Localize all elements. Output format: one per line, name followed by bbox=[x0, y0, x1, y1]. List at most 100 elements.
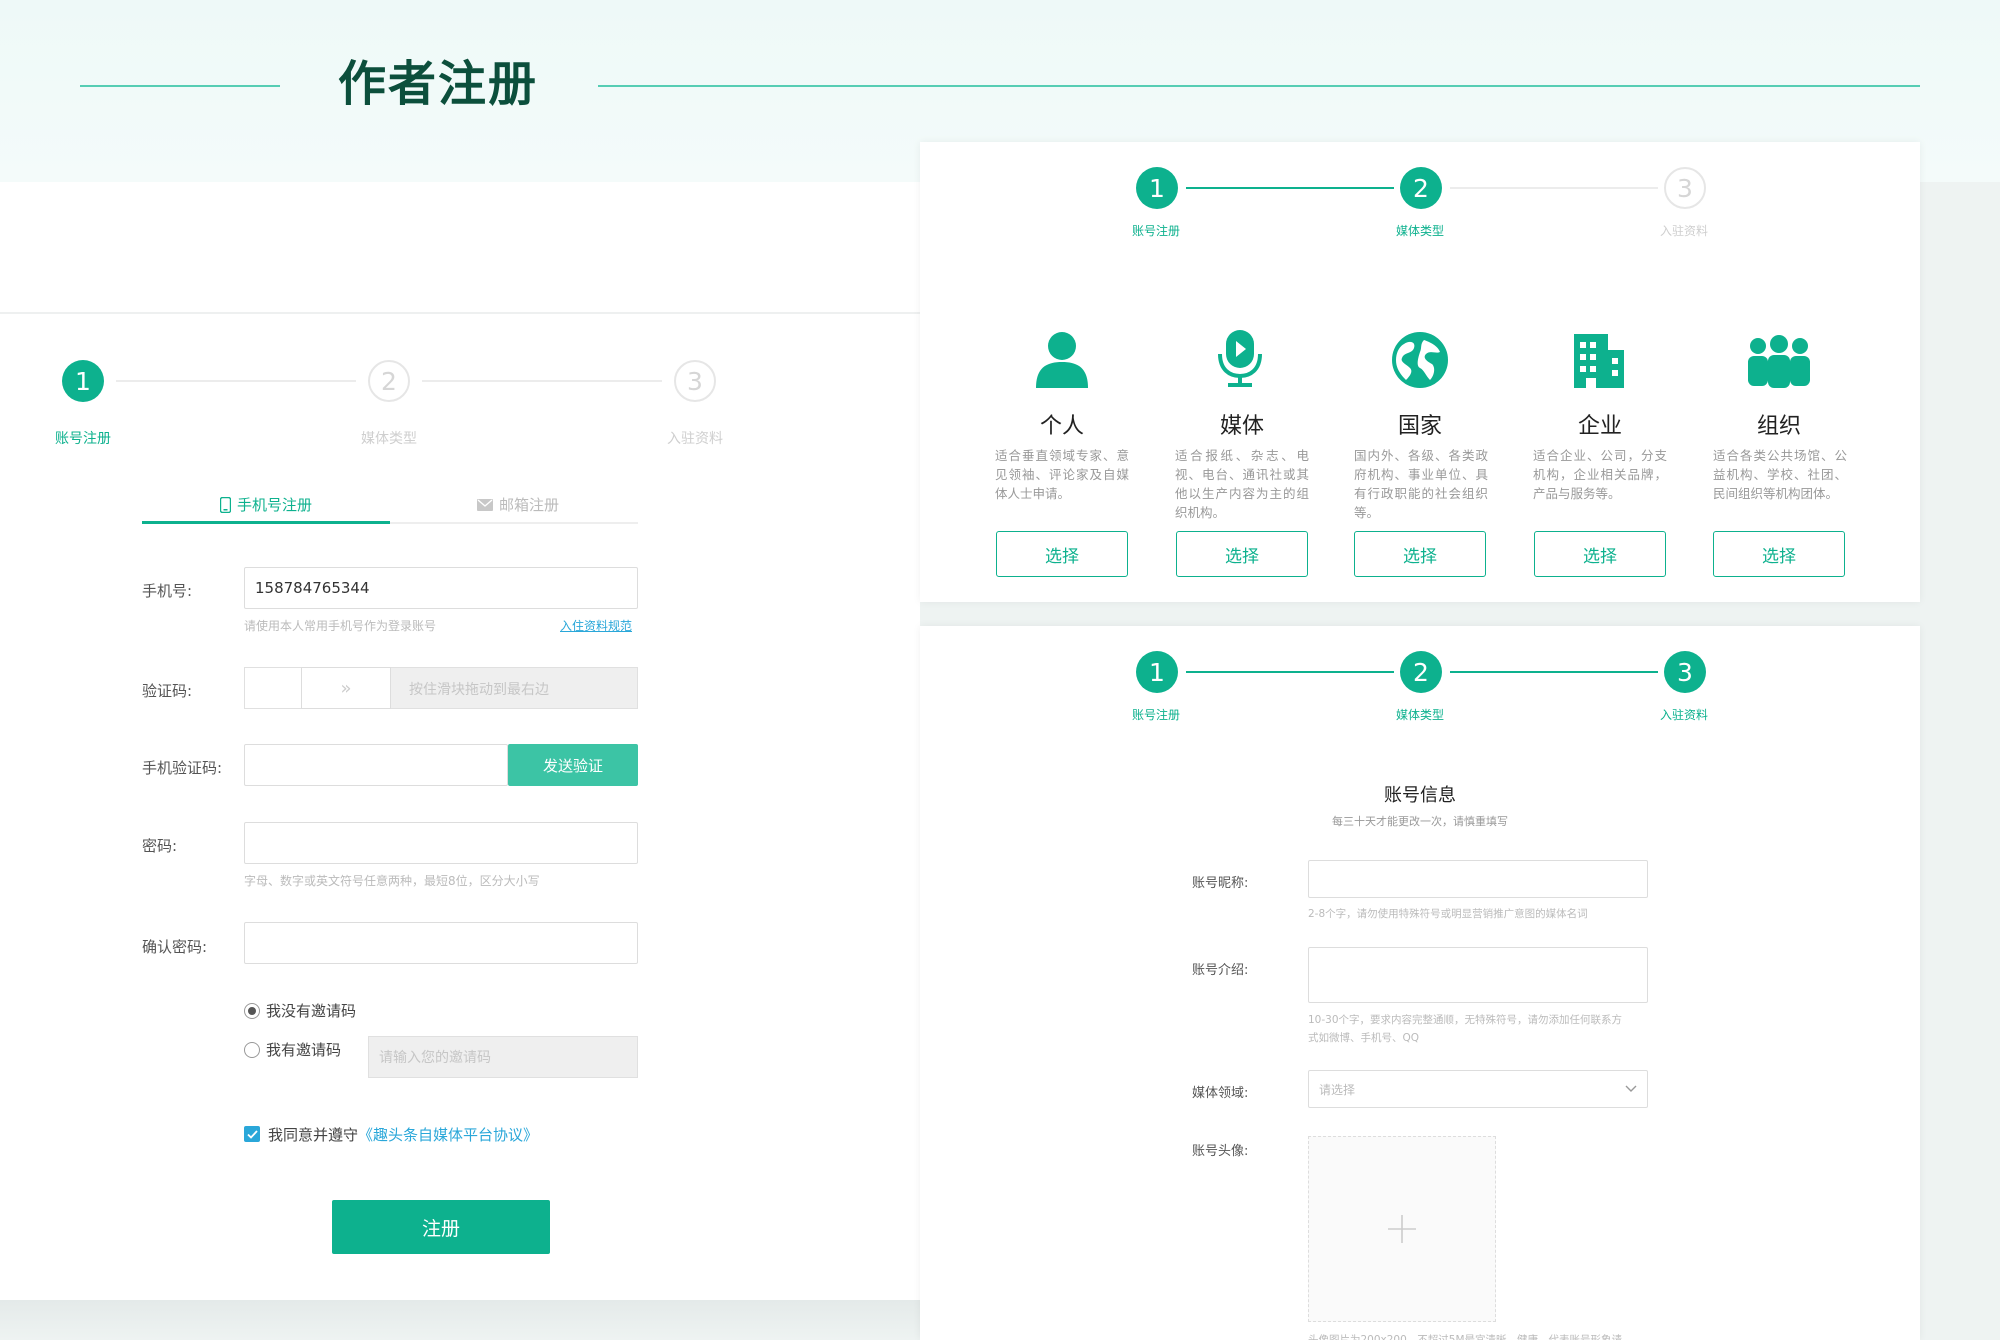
building-icon bbox=[1574, 334, 1624, 388]
phone-label: 手机号: bbox=[142, 582, 193, 600]
select-government-button[interactable]: 选择 bbox=[1354, 531, 1486, 577]
step-1-circle: 1 bbox=[1136, 651, 1178, 693]
step-3-label: 入驻资料 bbox=[1659, 224, 1709, 238]
no-invite-label: 我没有邀请码 bbox=[266, 1002, 357, 1020]
register-rules-link[interactable]: 入住资料规范 bbox=[560, 617, 632, 634]
left-bottom-shadow bbox=[0, 1300, 920, 1340]
microphone-play-icon bbox=[1218, 330, 1262, 387]
media-field-select[interactable]: 请选择 bbox=[1308, 1070, 1648, 1108]
category-name: 个人 bbox=[1039, 414, 1085, 439]
password-label: 密码: bbox=[142, 837, 178, 855]
register-button[interactable]: 注册 bbox=[332, 1200, 550, 1254]
step-connector bbox=[1450, 187, 1658, 189]
has-invite-radio[interactable]: 我有邀请码 bbox=[244, 1039, 341, 1060]
double-chevron-right-icon: » bbox=[340, 677, 352, 699]
category-name: 企业 bbox=[1577, 414, 1623, 439]
password-input[interactable] bbox=[244, 822, 638, 864]
step-2-label: 媒体类型 bbox=[361, 431, 417, 447]
no-invite-radio[interactable]: 我没有邀请码 bbox=[244, 1000, 356, 1021]
select-media-button[interactable]: 选择 bbox=[1176, 531, 1308, 577]
tab-active-indicator bbox=[142, 521, 390, 524]
step-connector bbox=[116, 380, 356, 382]
radio-dot bbox=[244, 1041, 260, 1058]
radio-dot bbox=[244, 1002, 260, 1019]
media-type-card: 1 2 3 账号注册 媒体类型 入驻资料 个人 适合垂直领域专家、意见领袖、评论… bbox=[920, 142, 1920, 602]
captcha-slider[interactable]: » 按住滑块拖动到最右边 bbox=[244, 667, 638, 709]
slider-track-filled bbox=[245, 668, 301, 708]
step-connector bbox=[1186, 187, 1394, 189]
account-info-title: 账号信息 bbox=[1384, 785, 1456, 806]
intro-hint-line1: 10-30个字，要求内容完整通顺，无特殊符号，请勿添加任何联系方 bbox=[1308, 1014, 1623, 1026]
phone-value: 158784765344 bbox=[255, 579, 370, 597]
has-invite-label: 我有邀请码 bbox=[266, 1041, 342, 1059]
field-label: 媒体领域: bbox=[1192, 1086, 1249, 1101]
intro-hint-line2: 式如微博、手机号、QQ bbox=[1308, 1032, 1420, 1044]
confirm-password-label: 确认密码: bbox=[142, 938, 208, 956]
slider-handle[interactable]: » bbox=[301, 667, 391, 709]
agreement-link[interactable]: 《趣头条自媒体平台协议》 bbox=[358, 1126, 538, 1144]
captcha-label: 验证码: bbox=[142, 682, 193, 700]
step-3-circle: 3 bbox=[1664, 167, 1706, 209]
tab-email-register[interactable]: 邮箱注册 bbox=[477, 494, 559, 515]
category-desc: 适合垂直领域专家、意见领袖、评论家及自媒体人士申请。 bbox=[995, 448, 1129, 501]
invite-placeholder: 请输入您的邀请码 bbox=[379, 1050, 491, 1066]
checkmark-icon bbox=[246, 1129, 258, 1139]
nickname-hint: 2-8个字，请勿使用特殊符号或明显营销推广意图的媒体名词 bbox=[1308, 908, 1588, 920]
category-desc: 适合报纸、杂志、电视、电台、通讯社或其他以生产内容为主的组织机构。 bbox=[1175, 448, 1309, 520]
step-1-label: 账号注册 bbox=[55, 431, 111, 447]
phone-hint: 请使用本人常用手机号作为登录账号 bbox=[244, 619, 437, 633]
sms-code-input[interactable] bbox=[244, 744, 508, 786]
step-2-circle: 2 bbox=[368, 360, 410, 402]
select-personal-button[interactable]: 选择 bbox=[996, 531, 1128, 577]
confirm-password-input[interactable] bbox=[244, 922, 638, 964]
left-top-area bbox=[0, 182, 920, 312]
envelope-icon bbox=[477, 498, 493, 511]
nickname-input[interactable] bbox=[1308, 860, 1648, 898]
avatar-upload[interactable] bbox=[1308, 1136, 1496, 1322]
select-enterprise-button[interactable]: 选择 bbox=[1534, 531, 1666, 577]
invite-code-input[interactable]: 请输入您的邀请码 bbox=[368, 1036, 638, 1078]
step-1-circle: 1 bbox=[62, 360, 104, 402]
globe-icon bbox=[1392, 332, 1448, 388]
person-icon bbox=[1036, 332, 1088, 388]
step-1-label: 账号注册 bbox=[1131, 224, 1181, 238]
field-placeholder: 请选择 bbox=[1319, 1082, 1356, 1097]
step-3-circle: 3 bbox=[1664, 651, 1706, 693]
step-2-label: 媒体类型 bbox=[1395, 708, 1445, 722]
category-name: 媒体 bbox=[1219, 414, 1265, 439]
mobile-phone-icon bbox=[220, 496, 231, 513]
sms-label: 手机验证码: bbox=[142, 759, 223, 777]
group-icon bbox=[1748, 335, 1810, 388]
title-line-left bbox=[80, 85, 280, 87]
tab-phone-register[interactable]: 手机号注册 bbox=[220, 494, 312, 515]
agree-label: 我同意并遵守 bbox=[268, 1126, 359, 1144]
step-3-label: 入驻资料 bbox=[667, 431, 723, 447]
intro-label: 账号介绍: bbox=[1192, 963, 1249, 978]
agree-text: 我同意并遵守《趣头条自媒体平台协议》 bbox=[268, 1124, 538, 1145]
agree-checkbox[interactable] bbox=[244, 1126, 260, 1142]
intro-textarea[interactable] bbox=[1308, 947, 1648, 1003]
plus-icon bbox=[1388, 1215, 1416, 1243]
step-2-circle: 2 bbox=[1400, 651, 1442, 693]
password-hint: 字母、数字或英文符号任意两种，最短8位，区分大小写 bbox=[244, 874, 540, 888]
step-connector bbox=[422, 380, 662, 382]
step-2-label: 媒体类型 bbox=[1395, 224, 1445, 238]
category-desc: 国内外、各级、各类政府机构、事业单位、具有行政职能的社会组织等。 bbox=[1354, 448, 1488, 520]
avatar-label: 账号头像: bbox=[1192, 1144, 1249, 1159]
avatar-hint: 头像图片为200x200，不超过5M最宜清晰、健康，代表账号形象请 bbox=[1308, 1334, 1623, 1340]
send-code-button[interactable]: 发送验证 bbox=[508, 744, 638, 786]
category-desc: 适合企业、公司，分支机构，企业相关品牌，产品与服务等。 bbox=[1533, 448, 1667, 501]
registration-panel: 1 2 3 账号注册 媒体类型 入驻资料 手机号注册 邮箱注册 手机号: 158… bbox=[0, 314, 920, 1300]
tab-label: 邮箱注册 bbox=[499, 496, 560, 514]
step-3-circle: 3 bbox=[674, 360, 716, 402]
step-connector bbox=[1186, 671, 1394, 673]
slider-placeholder: 按住滑块拖动到最右边 bbox=[409, 682, 549, 698]
category-name: 国家 bbox=[1397, 414, 1443, 439]
select-organization-button[interactable]: 选择 bbox=[1713, 531, 1845, 577]
step-1-circle: 1 bbox=[1136, 167, 1178, 209]
phone-input[interactable]: 158784765344 bbox=[244, 567, 638, 609]
category-desc: 适合各类公共场馆、公益机构、学校、社团、民间组织等机构团体。 bbox=[1713, 448, 1847, 501]
tab-label: 手机号注册 bbox=[237, 496, 313, 514]
title-line-right bbox=[598, 85, 1920, 87]
step-2-circle: 2 bbox=[1400, 167, 1442, 209]
